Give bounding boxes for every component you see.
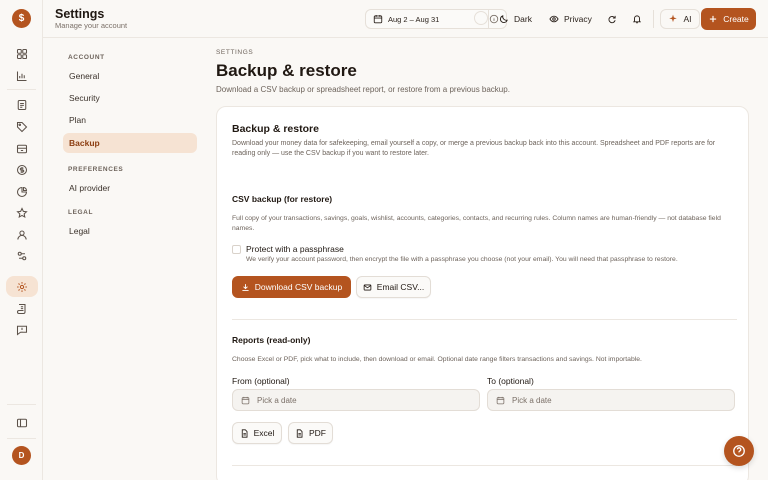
- nav-item-legal[interactable]: Legal: [63, 221, 197, 241]
- privacy-toggle-label: Privacy: [564, 14, 592, 24]
- csv-section-title: CSV backup (for restore): [232, 194, 333, 204]
- page-subtitle: Download a CSV backup or spreadsheet rep…: [216, 85, 510, 94]
- tag-icon[interactable]: [11, 116, 32, 137]
- theme-toggle-label: Dark: [514, 14, 532, 24]
- privacy-toggle-button[interactable]: Privacy: [549, 9, 592, 29]
- help-button[interactable]: [724, 436, 754, 466]
- to-date-placeholder: Pick a date: [512, 395, 552, 405]
- to-date-picker[interactable]: Pick a date: [487, 389, 735, 411]
- page-title: Backup & restore: [216, 61, 357, 80]
- theme-toggle-button[interactable]: Dark: [499, 9, 532, 29]
- reports-section-title: Reports (read-only): [232, 335, 311, 345]
- to-date-label: To (optional): [487, 376, 534, 386]
- page-header-title: Settings: [55, 7, 105, 21]
- contacts-icon[interactable]: [11, 245, 32, 266]
- page-kicker: SETTINGS: [216, 49, 254, 56]
- nav-item-backup[interactable]: Backup: [63, 133, 197, 153]
- scroll-icon[interactable]: [11, 298, 32, 319]
- ai-button[interactable]: AI: [660, 9, 700, 29]
- header-divider: [653, 10, 654, 28]
- calendar-icon: [373, 14, 383, 24]
- nav-section-account: ACCOUNT: [68, 54, 105, 61]
- loading-indicator: [474, 11, 488, 25]
- from-date-label: From (optional): [232, 376, 290, 386]
- section-divider: [232, 465, 737, 466]
- calendar-icon: [496, 396, 505, 404]
- download-csv-label: Download CSV backup: [254, 282, 343, 292]
- mail-icon: [363, 284, 372, 290]
- download-csv-button[interactable]: Download CSV backup: [232, 276, 351, 298]
- backup-card: Backup & restore Download your money dat…: [216, 106, 749, 480]
- date-range-label: Aug 2 – Aug 31: [388, 14, 440, 24]
- document-icon[interactable]: [11, 94, 32, 115]
- bell-icon: [632, 15, 642, 24]
- refresh-icon: [608, 15, 616, 24]
- nav-section-preferences: PREFERENCES: [68, 166, 124, 173]
- passphrase-help: We verify your account password, then en…: [246, 256, 678, 263]
- sidebar-toggle-icon[interactable]: [11, 412, 32, 433]
- pie-chart-icon[interactable]: [11, 181, 32, 202]
- plus-icon: [710, 15, 717, 23]
- excel-format-button[interactable]: Excel: [232, 422, 282, 444]
- help-icon: [733, 445, 745, 457]
- nav-item-security[interactable]: Security: [63, 88, 197, 108]
- nav-section-legal: LEGAL: [68, 209, 94, 216]
- notifications-button[interactable]: [632, 9, 642, 29]
- ai-label: AI: [683, 14, 692, 24]
- user-icon[interactable]: [11, 224, 32, 245]
- dashboard-icon[interactable]: [11, 43, 32, 64]
- sparkle-icon: [669, 14, 678, 23]
- file-icon: [296, 428, 303, 438]
- email-csv-button[interactable]: Email CSV...: [356, 276, 431, 298]
- chat-icon[interactable]: [11, 319, 32, 340]
- excel-label: Excel: [253, 428, 275, 438]
- icon-rail: $ D: [0, 0, 43, 480]
- email-csv-label: Email CSV...: [376, 282, 425, 292]
- eye-icon: [549, 15, 559, 23]
- archive-icon[interactable]: [11, 138, 32, 159]
- info-icon[interactable]: [489, 14, 499, 24]
- header-divider: [488, 10, 489, 28]
- star-icon[interactable]: [11, 202, 32, 223]
- create-button[interactable]: Create: [701, 8, 756, 30]
- chart-icon[interactable]: [11, 65, 32, 86]
- nav-item-general[interactable]: General: [63, 66, 197, 86]
- calendar-icon: [241, 396, 250, 404]
- dollar-icon[interactable]: [11, 159, 32, 180]
- nav-item-ai-provider[interactable]: AI provider: [63, 178, 197, 198]
- avatar[interactable]: D: [12, 446, 31, 465]
- create-label: Create: [723, 14, 749, 24]
- page-header-subtitle: Manage your account: [55, 21, 128, 30]
- refresh-button[interactable]: [607, 9, 617, 29]
- from-date-placeholder: Pick a date: [257, 395, 297, 405]
- app-logo[interactable]: $: [12, 9, 31, 28]
- reports-section-description: Choose Excel or PDF, pick what to includ…: [232, 356, 642, 363]
- top-header: Settings Manage your account Aug 2 – Aug…: [43, 0, 768, 38]
- card-title: Backup & restore: [232, 123, 319, 135]
- csv-section-description: Full copy of your transactions, savings,…: [232, 215, 721, 232]
- download-icon: [242, 283, 249, 291]
- from-date-picker[interactable]: Pick a date: [232, 389, 480, 411]
- file-icon: [241, 428, 248, 438]
- passphrase-checkbox[interactable]: [232, 245, 241, 254]
- section-divider: [232, 319, 737, 320]
- pdf-label: PDF: [309, 428, 326, 438]
- gear-icon[interactable]: [6, 276, 38, 297]
- passphrase-label: Protect with a passphrase: [246, 244, 344, 254]
- card-description: Download your money data for safekeeping…: [232, 140, 716, 157]
- pdf-format-button[interactable]: PDF: [288, 422, 333, 444]
- nav-item-plan[interactable]: Plan: [63, 110, 197, 130]
- moon-icon: [499, 15, 508, 24]
